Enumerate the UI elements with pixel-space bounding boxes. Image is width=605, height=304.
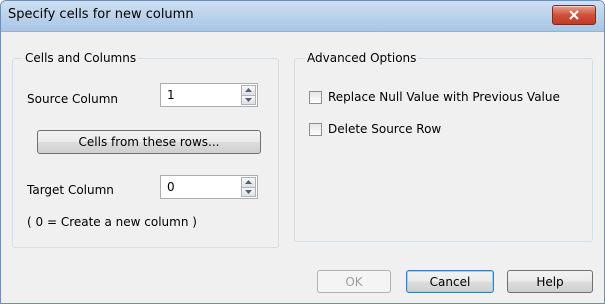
target-column-value[interactable]: 0 <box>167 180 175 194</box>
title-bar[interactable]: Specify cells for new column <box>1 1 604 32</box>
advanced-options-legend: Advanced Options <box>305 51 419 65</box>
source-spin-up-button[interactable] <box>241 85 256 95</box>
target-column-spinner[interactable]: 0 <box>160 175 258 199</box>
source-column-value[interactable]: 1 <box>167 88 175 102</box>
source-column-label: Source Column <box>27 92 118 106</box>
target-spin-down-button[interactable] <box>241 186 256 197</box>
arrow-down-icon <box>245 189 252 194</box>
source-spin-down-button[interactable] <box>241 94 256 105</box>
close-button[interactable] <box>552 5 596 25</box>
source-column-spinner[interactable]: 1 <box>160 83 258 107</box>
cancel-label: Cancel <box>429 274 471 289</box>
ok-button[interactable]: OK <box>317 270 391 293</box>
delete-source-label[interactable]: Delete Source Row <box>328 122 441 136</box>
replace-null-option[interactable]: Replace Null Value with Previous Value <box>309 90 560 104</box>
cancel-button[interactable]: Cancel <box>406 270 494 293</box>
delete-source-option[interactable]: Delete Source Row <box>309 122 441 136</box>
replace-null-label[interactable]: Replace Null Value with Previous Value <box>328 90 560 104</box>
arrow-down-icon <box>245 97 252 102</box>
target-spin-up-button[interactable] <box>241 177 256 187</box>
close-icon <box>569 10 579 20</box>
help-button[interactable]: Help <box>507 270 593 293</box>
arrow-up-icon <box>245 180 252 185</box>
arrow-up-icon <box>245 88 252 93</box>
cells-from-rows-label: Cells from these rows... <box>78 135 220 149</box>
cells-from-rows-button[interactable]: Cells from these rows... <box>37 130 261 154</box>
new-column-hint: ( 0 = Create a new column ) <box>27 215 197 229</box>
delete-source-checkbox[interactable] <box>309 122 322 136</box>
replace-null-checkbox[interactable] <box>309 90 322 104</box>
advanced-options-group: Advanced Options <box>294 51 593 242</box>
dialog-window: Specify cells for new column Cells and C… <box>0 0 605 304</box>
help-label: Help <box>536 274 564 289</box>
cells-columns-legend: Cells and Columns <box>23 51 139 65</box>
ok-label: OK <box>345 274 363 289</box>
window-title: Specify cells for new column <box>8 7 194 22</box>
target-column-label: Target Column <box>27 183 114 197</box>
